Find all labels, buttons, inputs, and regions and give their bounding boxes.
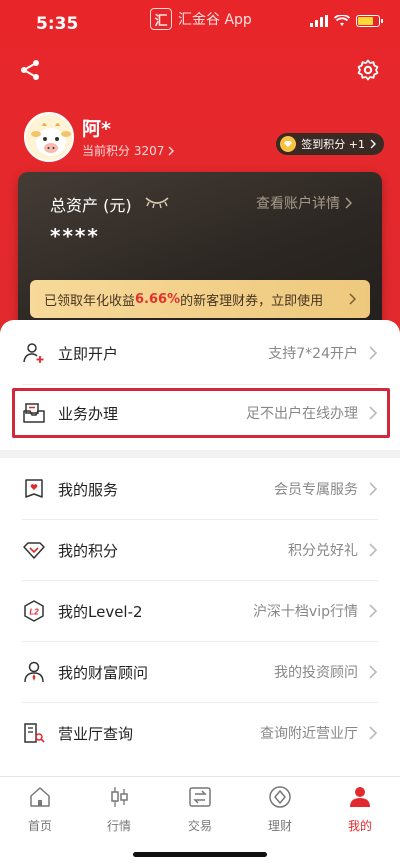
chevron-right-icon (369, 543, 378, 557)
chevron-right-icon (168, 146, 175, 155)
tab-trade[interactable]: 交易 (170, 785, 230, 834)
row-business-handling[interactable]: 业务办理 足不出户在线办理 (0, 382, 400, 444)
eye-closed-icon[interactable] (144, 194, 170, 210)
home-indicator (133, 852, 267, 857)
chevron-right-icon (369, 406, 378, 420)
diamond-icon (23, 542, 45, 559)
wifi-icon (334, 15, 350, 26)
row-my-service[interactable]: 我的服务 会员专属服务 (0, 458, 400, 520)
chevron-right-icon (369, 482, 378, 496)
status-bar: 5:35 汇 汇金谷 App (0, 0, 400, 48)
row-desc: 支持7*24开户 (268, 346, 358, 362)
row-label: 立即开户 (58, 344, 119, 363)
asset-card: 总资产 (元) 查看账户详情 **** 已领取年化收益 6.66% 的新客理财券… (18, 172, 382, 338)
row-label: 我的积分 (58, 541, 119, 560)
chevron-right-icon (349, 293, 356, 305)
avatar[interactable] (24, 112, 74, 162)
app-logo-icon: 汇 (150, 8, 172, 30)
row-my-level2[interactable]: L2 我的Level-2 沪深十档vip行情 (0, 580, 400, 642)
signal-icon (310, 15, 328, 27)
candlestick-icon (111, 787, 128, 807)
points-label: 当前积分 3207 (82, 144, 165, 158)
app-name: 汇金谷 App (178, 12, 252, 28)
row-label: 我的Level-2 (58, 602, 143, 621)
status-time: 5:35 (36, 14, 79, 34)
svg-text:L2: L2 (29, 608, 39, 617)
checkin-label: 签到积分 +1 (301, 138, 365, 151)
app-badge: 汇 汇金谷 App (150, 8, 252, 30)
wealth-icon (269, 786, 291, 808)
inbox-icon (23, 403, 45, 423)
account-actions-panel: 立即开户 支持7*24开户 业务办理 足不出户在线办理 (0, 320, 400, 450)
user-name: 阿* (82, 118, 111, 140)
user-icon (350, 787, 370, 807)
tab-label: 我的 (347, 819, 372, 833)
battery-icon (356, 15, 383, 27)
tab-label: 理财 (267, 819, 292, 833)
chevron-right-icon (370, 139, 376, 149)
row-label: 营业厅查询 (58, 724, 134, 743)
checkin-button[interactable]: 签到积分 +1 (276, 133, 384, 155)
promo-suffix: 的新客理财券，立即使用 (180, 293, 324, 309)
coin-icon (280, 136, 297, 152)
tab-wealth[interactable]: 理财 (250, 785, 310, 834)
asset-value: **** (50, 224, 100, 248)
chevron-right-icon (369, 604, 378, 618)
tab-label: 行情 (106, 819, 131, 833)
tab-mine[interactable]: 我的 (330, 785, 390, 834)
share-icon[interactable] (18, 58, 42, 82)
row-branch-search[interactable]: 营业厅查询 查询附近营业厅 (0, 702, 400, 764)
level2-icon: L2 (24, 600, 44, 622)
service-icon (25, 479, 43, 498)
advisor-icon (24, 661, 44, 683)
home-icon (30, 787, 50, 807)
tab-market[interactable]: 行情 (89, 785, 149, 834)
exchange-icon (189, 787, 211, 807)
account-detail-label: 查看账户详情 (256, 196, 340, 212)
person-add-icon (23, 343, 44, 363)
row-desc: 我的投资顾问 (274, 665, 358, 681)
row-label: 我的服务 (58, 480, 119, 499)
row-desc: 会员专属服务 (274, 482, 358, 498)
chevron-right-icon (369, 726, 378, 740)
chevron-right-icon (369, 346, 378, 360)
row-label: 我的财富顾问 (58, 663, 149, 682)
gear-icon[interactable] (356, 58, 380, 82)
promo-prefix: 已领取年化收益 (44, 293, 136, 309)
asset-title: 总资产 (元) (50, 196, 132, 215)
row-desc: 积分兑好礼 (288, 543, 358, 559)
row-desc: 沪深十档vip行情 (252, 604, 358, 620)
tab-label: 首页 (27, 819, 52, 833)
account-detail-link[interactable]: 查看账户详情 (256, 193, 352, 213)
building-icon (24, 723, 45, 743)
row-my-points[interactable]: 我的积分 积分兑好礼 (0, 519, 400, 581)
tab-label: 交易 (187, 819, 212, 833)
promo-rate: 6.66% (135, 291, 181, 307)
services-panel: 我的服务 会员专属服务 我的积分 积分兑好礼 L2 我的Level-2 沪深十档… (0, 458, 400, 776)
row-desc: 足不出户在线办理 (246, 406, 358, 422)
row-desc: 查询附近营业厅 (260, 726, 358, 742)
tab-home[interactable]: 首页 (10, 785, 70, 834)
row-open-account[interactable]: 立即开户 支持7*24开户 (0, 322, 400, 384)
chevron-right-icon (345, 197, 352, 209)
row-wealth-advisor[interactable]: 我的财富顾问 我的投资顾问 (0, 641, 400, 703)
status-icons (310, 15, 383, 27)
promo-banner[interactable]: 已领取年化收益 6.66% 的新客理财券，立即使用 (30, 280, 370, 318)
row-label: 业务办理 (58, 404, 119, 423)
points-link[interactable]: 当前积分 3207 (82, 142, 175, 159)
chevron-right-icon (369, 665, 378, 679)
